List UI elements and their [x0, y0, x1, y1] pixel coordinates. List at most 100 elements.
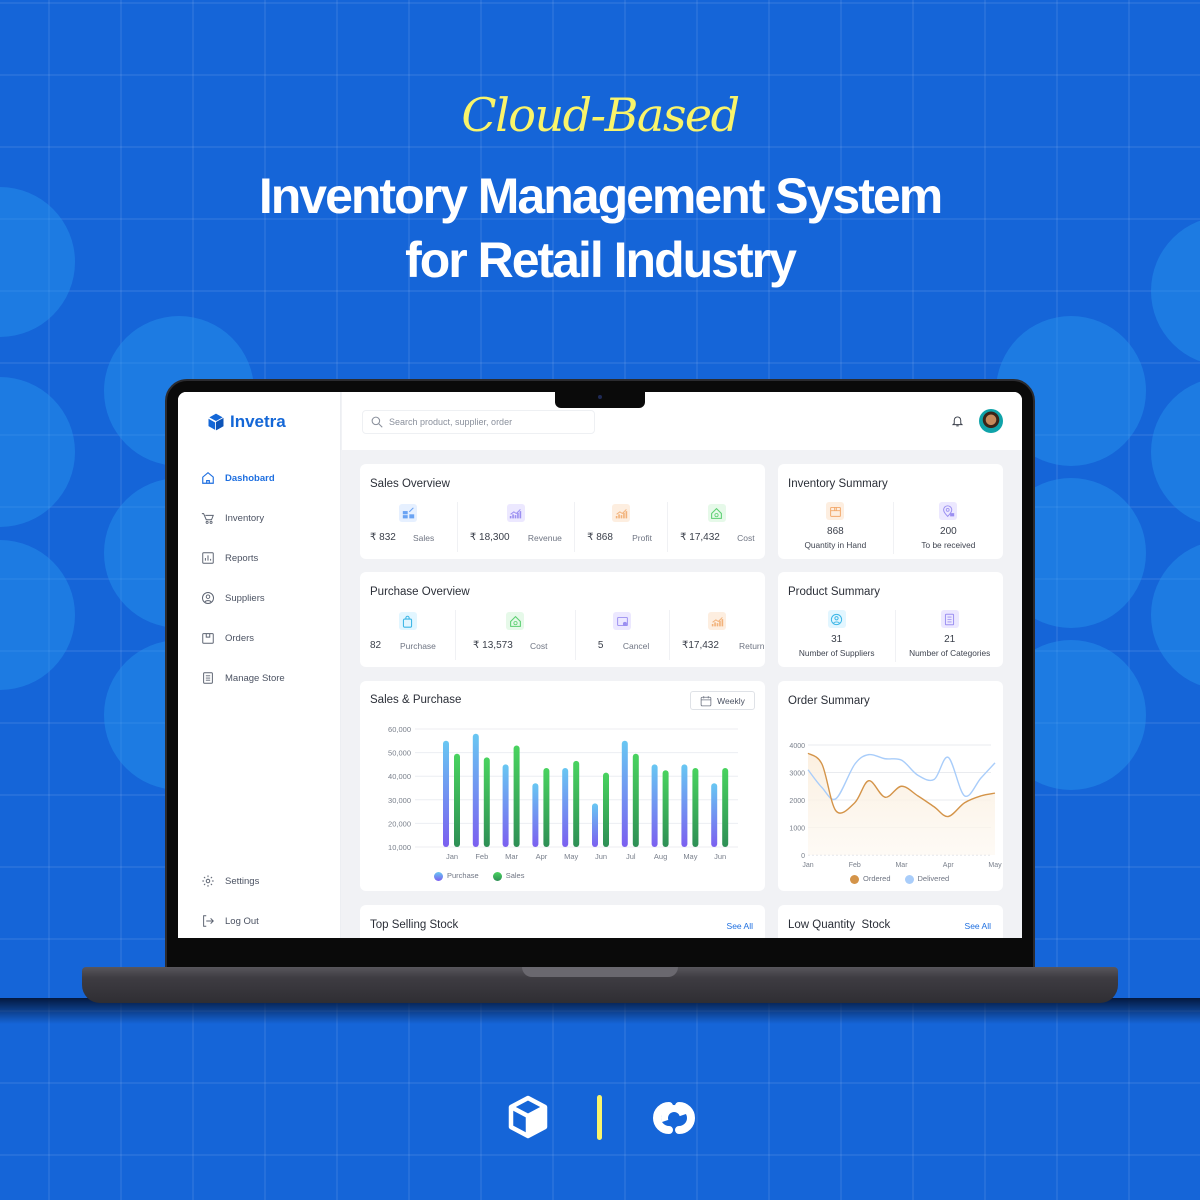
card-title: Product Summary — [788, 586, 881, 598]
user-avatar[interactable] — [979, 409, 1003, 433]
bar-purchase — [532, 783, 539, 847]
footer-divider — [597, 1095, 602, 1140]
bg-circle — [1151, 540, 1200, 690]
x-tick-label: May — [564, 852, 578, 861]
summary-label: Quantity in Hand — [804, 540, 867, 550]
inventory-summary-card: Inventory Summary 868 Quantity in Hand 2… — [778, 464, 1003, 559]
shopping-bag-icon — [398, 612, 417, 630]
low-quantity-stock-card: Low Quantity Stock See All — [778, 905, 1003, 938]
sidebar-item-label: Inventory — [225, 512, 265, 524]
area-ordered — [808, 753, 995, 855]
legend-label: Purchase — [447, 871, 479, 880]
legend-label: Delivered — [917, 874, 950, 883]
bar-purchase — [562, 767, 569, 847]
report-icon — [202, 552, 214, 564]
footer-logos — [0, 1092, 1200, 1142]
see-all-link[interactable]: See All — [965, 921, 991, 931]
sidebar-item-reports[interactable]: Reports — [201, 551, 258, 565]
summary-value: 31 — [831, 634, 843, 645]
x-tick-label: May — [988, 862, 1002, 869]
legend-item-sales: Sales — [492, 871, 524, 881]
home-icon — [202, 472, 214, 484]
summary-label: Number of Suppliers — [798, 648, 875, 658]
summary-value: 200 — [940, 526, 957, 537]
stat-profit: ₹ 868 Profit — [575, 502, 669, 552]
x-tick-label: Apr — [536, 852, 548, 861]
sidebar-item-logout[interactable]: Log Out — [201, 914, 259, 928]
stat-return: ₹17,432 Return — [670, 610, 765, 660]
stat-value: ₹ 13,573 — [473, 640, 513, 651]
sidebar-item-label: Log Out — [225, 915, 259, 927]
sidebar-item-label: Orders — [225, 632, 255, 644]
legend-item-delivered: Delivered — [904, 874, 950, 884]
bar-sales — [483, 757, 490, 847]
top-selling-stock-card: Top Selling Stock See All — [360, 905, 765, 938]
topbar — [342, 392, 1022, 450]
summary-quantity-in-hand: 868 Quantity in Hand — [778, 502, 894, 554]
hero-subtitle: Cloud-Based — [461, 88, 740, 142]
user-circle-icon — [202, 592, 214, 604]
bar-purchase — [443, 740, 449, 847]
x-tick-label: Mar — [505, 852, 518, 861]
stat-value: ₹ 18,300 — [469, 532, 510, 543]
bg-circle — [0, 377, 75, 527]
bar-sales — [603, 772, 609, 847]
sidebar-item-suppliers[interactable]: Suppliers — [201, 591, 265, 605]
card-title: Top Selling Stock — [370, 919, 459, 931]
sidebar-item-orders[interactable]: Orders — [201, 631, 254, 645]
sidebar-item-manage-store[interactable]: Manage Store — [201, 671, 285, 685]
hero-title-line2: for Retail Industry — [405, 232, 797, 288]
supplier-user-icon — [827, 610, 846, 628]
categories-list-icon — [940, 610, 959, 628]
search-box[interactable] — [362, 410, 595, 434]
x-tick-label: May — [683, 852, 697, 861]
summary-categories: 21 Number of Categories — [896, 610, 1003, 662]
legend-label: Ordered — [863, 874, 891, 883]
bar-purchase — [651, 764, 658, 847]
cart-icon — [201, 513, 214, 524]
orders-icon — [202, 633, 214, 644]
app-logo[interactable]: Invetra — [206, 412, 286, 432]
x-tick-label: Jan — [802, 862, 813, 869]
sidebar-item-label: Dashobard — [225, 472, 275, 484]
y-tick-label: 50,000 — [388, 749, 411, 758]
logout-icon — [203, 915, 214, 927]
sales-purchase-card: Sales & Purchase Weekly 60,000 50,000 40,0… — [360, 681, 765, 891]
card-title: Inventory Summary — [788, 478, 888, 490]
sidebar-item-inventory[interactable]: Inventory — [201, 511, 264, 525]
rupee-house-icon — [707, 504, 726, 522]
x-tick-label: Aug — [654, 852, 667, 861]
profit-chart-icon — [612, 504, 631, 522]
rupee-house-icon — [506, 612, 525, 630]
see-all-link[interactable]: See All — [727, 921, 753, 931]
legend-dot — [904, 874, 914, 884]
y-tick-label: 20,000 — [388, 819, 411, 828]
legend-item-purchase: Purchase — [434, 871, 479, 881]
y-tick-label: 10,000 — [388, 843, 411, 852]
stat-value: ₹ 868 — [587, 532, 613, 543]
stat-sales: ₹ 832 Sales — [360, 502, 458, 552]
search-icon — [371, 416, 383, 428]
laptop-camera-notch — [555, 391, 645, 408]
bg-circle — [0, 540, 75, 690]
sales-icon — [399, 504, 418, 522]
x-tick-label: Feb — [849, 862, 861, 869]
y-tick-label: 0 — [801, 853, 805, 860]
bar-purchase — [502, 764, 509, 847]
search-input[interactable] — [389, 417, 589, 427]
summary-value: 868 — [827, 526, 844, 537]
stat-label: Profit — [632, 533, 652, 543]
bar-sales — [662, 770, 669, 847]
bell-icon[interactable] — [951, 414, 964, 428]
stat-label: Revenue — [527, 533, 562, 543]
stat-value: ₹17,432 — [681, 640, 719, 651]
sidebar-item-settings[interactable]: Settings — [201, 874, 259, 888]
y-tick-label: 2000 — [789, 798, 805, 805]
app-name: Invetra — [230, 412, 286, 431]
bar-sales — [513, 745, 520, 847]
x-tick-label: Jun — [714, 852, 726, 861]
bar-sales — [692, 767, 699, 847]
bar-purchase — [621, 740, 628, 847]
sidebar-item-dashboard[interactable]: Dashobard — [201, 471, 275, 485]
stat-value: ₹ 17,432 — [680, 532, 720, 543]
